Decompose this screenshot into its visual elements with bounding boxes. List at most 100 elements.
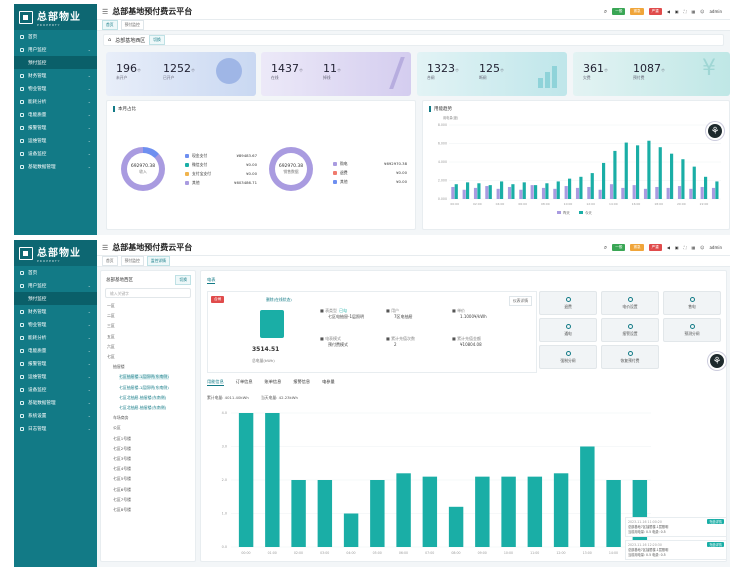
tree-node[interactable]: 七区1号楼 — [113, 436, 131, 442]
badge-severe[interactable]: 严重 — [648, 8, 662, 15]
action-button[interactable]: 报警设置 — [601, 318, 659, 342]
tree-node[interactable]: 七区北抽屉-抽屉楼(东南侧) — [119, 395, 166, 401]
sidebar-item[interactable]: 能耗分析 ⌄ — [14, 95, 97, 108]
sidebar-item[interactable]: 首页 — [14, 30, 97, 43]
tree-node[interactable]: 二区 — [107, 313, 115, 319]
tree-node[interactable]: 五区 — [107, 334, 115, 340]
sidebar-item[interactable]: 财务管理 ⌄ — [14, 305, 97, 318]
detail-tab[interactable]: 订单信息 — [236, 379, 253, 386]
action-button[interactable]: 通电 — [539, 318, 597, 342]
tree-node[interactable]: 抽屉楼 — [113, 364, 125, 370]
x-tick: 18:00 — [654, 202, 663, 206]
grid-icon[interactable]: ▦ — [692, 245, 696, 250]
tree-node[interactable]: 车场商务 — [113, 415, 129, 421]
detail-tab[interactable]: 用能信息 — [207, 379, 224, 386]
fullscreen-icon[interactable]: ⛶ — [684, 9, 687, 14]
action-button[interactable]: 退费 — [539, 291, 597, 315]
sidebar-item[interactable]: 首页 — [14, 266, 97, 279]
tree-node[interactable]: 七区抽屉楼-1层照明(东南侧) — [119, 374, 169, 381]
tree-node[interactable]: 七区抽屉楼-1层照明(东南侧) — [119, 385, 169, 391]
tab-detail[interactable]: 监控详情 — [146, 256, 170, 266]
avatar-icon[interactable]: ☺ — [700, 245, 704, 250]
income-legend: 现金支付 ¥89483.67 微信支付 ¥0.00 支付宝支付 ¥0.00 其他 ¥60348… — [185, 151, 257, 187]
grid-icon[interactable]: ▦ — [692, 9, 696, 14]
sidebar-item[interactable]: 用户监控 ⌄ — [14, 279, 97, 292]
chevron-down-icon: ⌄ — [87, 322, 91, 327]
fullscreen-icon[interactable]: ⛶ — [684, 245, 687, 250]
sidebar-item[interactable]: 预付监控 — [14, 56, 97, 69]
detail-tab[interactable]: 账单信息 — [265, 379, 282, 386]
tree-node[interactable]: 六区 — [107, 344, 115, 350]
tree-node[interactable]: 三区 — [107, 323, 115, 329]
tree-node[interactable]: 七区5号楼 — [113, 476, 131, 482]
user-name[interactable]: admin — [709, 9, 722, 14]
tree-search-input[interactable]: 输入关键字 — [105, 288, 191, 298]
sidebar-item[interactable]: 报警管理 ⌄ — [14, 121, 97, 134]
menu-toggle-icon[interactable]: ☰ — [102, 244, 108, 252]
sidebar-item[interactable]: 日志管理 ⌄ — [14, 422, 97, 435]
tree-node[interactable]: 七区北抽屉-抽屉楼(东南侧) — [119, 405, 166, 411]
action-button[interactable]: 电价设置 — [601, 291, 659, 315]
switch-region-button[interactable]: 切换 — [175, 275, 191, 285]
tree-node[interactable]: 七区2号楼 — [113, 446, 131, 452]
note-detail-button[interactable]: 充值详情 — [707, 542, 724, 547]
sidebar-item[interactable]: 系统设置 ⌄ — [14, 409, 97, 422]
float-assistant-button[interactable]: ⚘ — [708, 352, 726, 370]
note-detail-button[interactable]: 充值详情 — [707, 519, 724, 524]
tree-node[interactable]: 公区 — [113, 425, 121, 431]
sidebar-item[interactable]: 运维管理 ⌄ — [14, 134, 97, 147]
meter-value: 3514.51 — [252, 346, 280, 353]
search-icon[interactable]: ⌕ — [604, 244, 607, 252]
switch-region-button[interactable]: 切换 — [149, 35, 165, 45]
tree-node[interactable]: 一区 — [107, 303, 115, 309]
tab-home[interactable]: 首页 — [102, 256, 118, 266]
chevron-down-icon: ⌄ — [87, 400, 91, 405]
sidebar-item[interactable]: 运维管理 ⌄ — [14, 370, 97, 383]
tree-node[interactable]: 七区4号楼 — [113, 466, 131, 472]
sidebar-item[interactable]: 财务管理 ⌄ — [14, 69, 97, 82]
sidebar-item[interactable]: 物业管理 ⌄ — [14, 318, 97, 331]
tab-home[interactable]: 首页 — [102, 20, 118, 30]
tree-node[interactable]: 七区3号楼 — [113, 456, 131, 462]
sidebar-item[interactable]: 电能质量 ⌄ — [14, 108, 97, 121]
sidebar-item[interactable]: 用户监控 ⌄ — [14, 43, 97, 56]
tab-prepay[interactable]: 预付监控 — [120, 256, 144, 266]
user-name[interactable]: admin — [709, 245, 722, 250]
tree-node[interactable]: 七区6号楼 — [113, 487, 131, 493]
tree-node[interactable]: 七区 — [107, 354, 115, 360]
sound-icon[interactable]: ◀ — [667, 245, 670, 250]
detail-tab[interactable]: 电参量 — [322, 379, 335, 386]
badge-normal[interactable]: 一般 — [612, 8, 626, 15]
image-icon[interactable]: ▣ — [675, 245, 679, 250]
tree-node[interactable]: 七区7号楼 — [113, 497, 131, 503]
sidebar-item[interactable]: 基础数据管理 ⌄ — [14, 160, 97, 173]
meter-detail-button[interactable]: 仪表详情 — [508, 296, 532, 306]
badge-urgent[interactable]: 紧急 — [630, 8, 644, 15]
legend-label: 今天 — [585, 210, 592, 215]
menu-toggle-icon[interactable]: ☰ — [102, 8, 108, 16]
action-button[interactable]: 强制分闸 — [539, 345, 597, 369]
detail-tab[interactable]: 报警信息 — [293, 379, 310, 386]
action-label: 退费 — [564, 303, 572, 309]
sidebar-item[interactable]: 基础数据管理 ⌄ — [14, 396, 97, 409]
float-assistant-button[interactable]: ⚘ — [706, 122, 724, 140]
bar — [534, 185, 538, 199]
image-icon[interactable]: ▣ — [675, 9, 679, 14]
search-icon[interactable]: ⌕ — [604, 8, 607, 16]
sound-icon[interactable]: ◀ — [667, 9, 670, 14]
sidebar-item[interactable]: 设备监控 ⌄ — [14, 383, 97, 396]
tree-node[interactable]: 七区8号楼 — [113, 507, 131, 513]
tab-meter[interactable]: 电表 — [207, 277, 216, 284]
sidebar-item[interactable]: 设备监控 ⌄ — [14, 147, 97, 160]
action-button[interactable]: 预测分闸 — [663, 318, 721, 342]
tab-bar: 首页 预付监控 — [97, 20, 730, 31]
action-button[interactable]: 恢复预付费 — [601, 345, 659, 369]
tab-prepay[interactable]: 预付监控 — [120, 20, 144, 30]
sidebar-item[interactable]: 物业管理 ⌄ — [14, 82, 97, 95]
avatar-icon[interactable]: ☺ — [700, 9, 704, 14]
sidebar-item[interactable]: 能耗分析 ⌄ — [14, 331, 97, 344]
sidebar-item[interactable]: 预付监控 — [14, 292, 97, 305]
sidebar-item[interactable]: 报警管理 ⌄ — [14, 357, 97, 370]
action-button[interactable]: 售电 — [663, 291, 721, 315]
sidebar-item[interactable]: 电能质量 ⌄ — [14, 344, 97, 357]
